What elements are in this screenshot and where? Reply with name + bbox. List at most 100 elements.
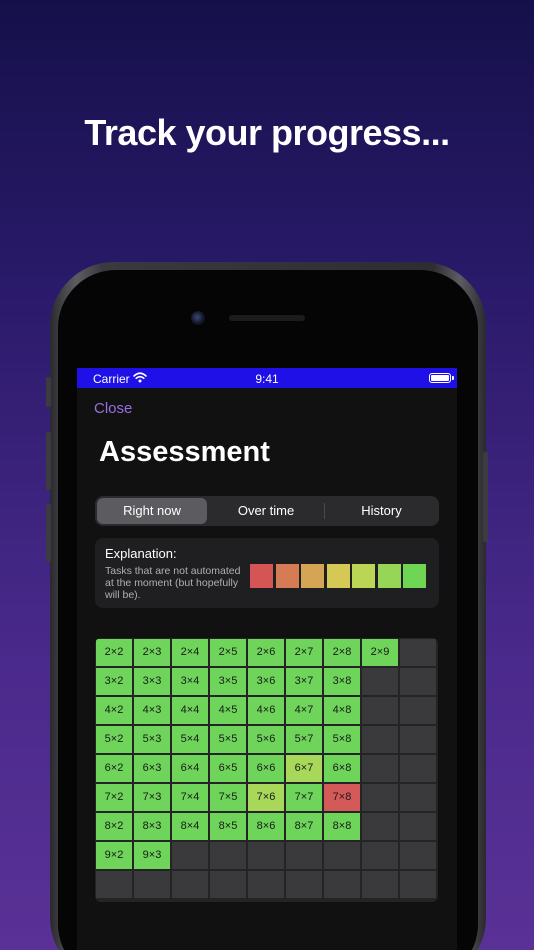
grid-cell-task[interactable]: 9×2 (96, 842, 132, 869)
grid-cell-empty (96, 871, 132, 898)
grid-cell-task[interactable]: 2×6 (248, 639, 284, 666)
grid-cell-task[interactable]: 4×4 (172, 697, 208, 724)
grid-cell-task[interactable]: 8×8 (324, 813, 360, 840)
close-button[interactable]: Close (94, 400, 132, 417)
grid-cell-task[interactable]: 5×6 (248, 726, 284, 753)
tab-right-now[interactable]: Right now (97, 498, 207, 524)
grid-cell-task[interactable]: 6×3 (134, 755, 170, 782)
grid-cell-empty (400, 697, 436, 724)
grid-cell-task[interactable]: 2×4 (172, 639, 208, 666)
legend-swatch (250, 564, 273, 588)
status-time: 9:41 (255, 372, 279, 386)
grid-cell-empty (324, 871, 360, 898)
grid-cell-task[interactable]: 4×5 (210, 697, 246, 724)
grid-cell-empty (400, 755, 436, 782)
grid-cell-task[interactable]: 6×6 (248, 755, 284, 782)
grid-cell-task[interactable]: 5×4 (172, 726, 208, 753)
grid-cell-task[interactable]: 3×5 (210, 668, 246, 695)
tab-history[interactable]: History (326, 498, 437, 524)
legend-swatch (377, 564, 401, 588)
grid-cell-task[interactable]: 7×3 (134, 784, 170, 811)
grid-cell-empty (400, 668, 436, 695)
grid-cell-task[interactable]: 7×8 (324, 784, 360, 811)
assessment-screen: Close Assessment Right now Over time His… (77, 388, 457, 950)
grid-cell-task[interactable]: 5×3 (134, 726, 170, 753)
grid-cell-task[interactable]: 7×4 (172, 784, 208, 811)
grid-cell-empty (362, 813, 398, 840)
grid-cell-empty (248, 871, 284, 898)
grid-cell-task[interactable]: 6×2 (96, 755, 132, 782)
grid-cell-task[interactable]: 3×8 (324, 668, 360, 695)
grid-cell-task[interactable]: 2×5 (210, 639, 246, 666)
grid-cell-task[interactable]: 7×6 (248, 784, 284, 811)
grid-cell-empty (362, 697, 398, 724)
grid-cell-empty (362, 668, 398, 695)
grid-cell-task[interactable]: 5×7 (286, 726, 322, 753)
grid-cell-empty (172, 871, 208, 898)
grid-cell-task[interactable]: 5×5 (210, 726, 246, 753)
phone-power-button (483, 452, 488, 542)
grid-cell-empty (400, 726, 436, 753)
explanation-text: Tasks that are not automated at the mome… (105, 565, 241, 601)
grid-cell-task[interactable]: 2×3 (134, 639, 170, 666)
grid-cell-task[interactable]: 6×7 (286, 755, 322, 782)
multiplication-grid: 2×2 2×3 2×4 2×5 2×6 2×7 2×8 2×9 3×2 3×3 3×4 3×5 3×6 3… (95, 638, 438, 902)
grid-cell-task[interactable]: 9×3 (134, 842, 170, 869)
grid-cell-task[interactable]: 8×4 (172, 813, 208, 840)
grid-cell-task[interactable]: 4×7 (286, 697, 322, 724)
status-bar: Carrier 9:41 (77, 368, 457, 388)
tab-over-time[interactable]: Over time (210, 498, 322, 524)
grid-cell-task[interactable]: 4×2 (96, 697, 132, 724)
grid-cell-empty (210, 842, 246, 869)
grid-cell-empty (286, 842, 322, 869)
grid-cell-task[interactable]: 7×7 (286, 784, 322, 811)
segmented-control: Right now Over time History (95, 496, 439, 526)
grid-cell-task[interactable]: 6×4 (172, 755, 208, 782)
marketing-headline: Track your progress... (84, 112, 450, 153)
grid-cell-task[interactable]: 3×7 (286, 668, 322, 695)
grid-cell-task[interactable]: 2×8 (324, 639, 360, 666)
explanation-title: Explanation: (105, 546, 177, 561)
grid-cell-empty (362, 755, 398, 782)
grid-cell-task[interactable]: 8×6 (248, 813, 284, 840)
grid-cell-task[interactable]: 2×9 (362, 639, 398, 666)
legend-swatch (352, 564, 375, 588)
grid-cell-empty (248, 842, 284, 869)
grid-cell-task[interactable]: 6×8 (324, 755, 360, 782)
legend-swatch (301, 564, 324, 588)
grid-cell-task[interactable]: 3×2 (96, 668, 132, 695)
grid-cell-task[interactable]: 8×2 (96, 813, 132, 840)
grid-cell-task[interactable]: 3×3 (134, 668, 170, 695)
earpiece-speaker (229, 315, 305, 321)
grid-cell-empty (400, 871, 436, 898)
grid-cell-task[interactable]: 8×3 (134, 813, 170, 840)
grid-cell-task[interactable]: 5×8 (324, 726, 360, 753)
grid-cell-task[interactable]: 3×4 (172, 668, 208, 695)
grid-cell-task[interactable]: 4×6 (248, 697, 284, 724)
grid-cell-empty (362, 784, 398, 811)
grid-cell-empty (400, 784, 436, 811)
explanation-panel: Explanation: Tasks that are not automate… (95, 538, 439, 608)
battery-icon (429, 373, 454, 383)
legend-swatch (275, 564, 299, 588)
grid-cell-task[interactable]: 5×2 (96, 726, 132, 753)
legend-swatch (403, 564, 426, 588)
grid-cell-task[interactable]: 8×7 (286, 813, 322, 840)
phone-mute-switch (46, 377, 51, 407)
grid-cell-task[interactable]: 2×7 (286, 639, 322, 666)
phone-screen: Carrier 9:41 Close Assessment Right now … (77, 368, 457, 950)
grid-cell-task[interactable]: 3×6 (248, 668, 284, 695)
grid-cell-empty (400, 639, 436, 666)
grid-cell-task[interactable]: 2×2 (96, 639, 132, 666)
grid-cell-task[interactable]: 4×8 (324, 697, 360, 724)
grid-cell-empty (172, 842, 208, 869)
grid-cell-task[interactable]: 7×5 (210, 784, 246, 811)
grid-cell-task[interactable]: 4×3 (134, 697, 170, 724)
grid-cell-task[interactable]: 7×2 (96, 784, 132, 811)
grid-cell-empty (210, 871, 246, 898)
grid-cell-task[interactable]: 8×5 (210, 813, 246, 840)
grid-cell-empty (400, 842, 436, 869)
grid-cell-task[interactable]: 6×5 (210, 755, 246, 782)
grid-cell-empty (286, 871, 322, 898)
segment-divider (324, 503, 325, 519)
